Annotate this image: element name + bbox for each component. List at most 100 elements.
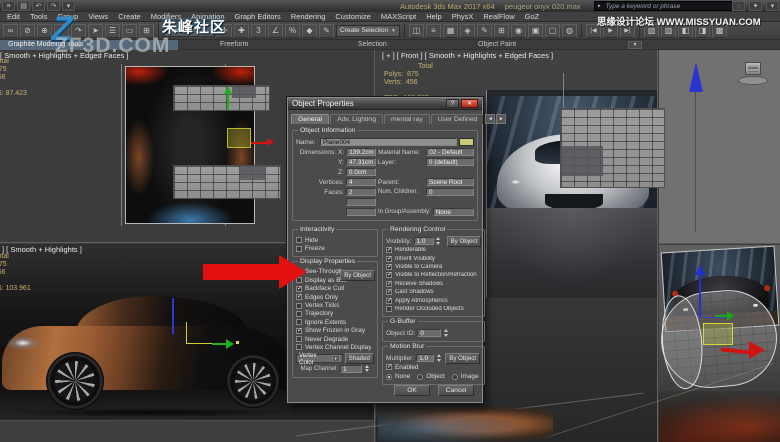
menu-item[interactable]: Tools [25, 12, 53, 21]
menu-item[interactable]: Customize [330, 12, 375, 21]
checkbox-row[interactable]: Never Degrade [296, 335, 374, 343]
ribbon-tab[interactable]: Freeform [212, 40, 256, 50]
gizmo-z-axis[interactable] [172, 298, 174, 334]
ribbon-tab[interactable]: Selection [350, 40, 395, 50]
radio-option[interactable]: Object [417, 373, 444, 381]
named-selection-icon[interactable]: ✎ [319, 24, 334, 38]
schematic-view-icon[interactable]: ⊞ [494, 24, 509, 38]
dialog-tab[interactable]: User Defined [431, 114, 485, 124]
dialog-tab[interactable]: General [291, 114, 329, 124]
gizmo-x-axis[interactable] [212, 343, 226, 345]
enabled-row[interactable]: Enabled [386, 363, 481, 371]
checkbox[interactable] [386, 264, 392, 270]
dialog-tab[interactable]: mental ray [384, 114, 430, 124]
snaps-toggle-icon[interactable]: 3 [251, 24, 266, 38]
checkbox-row[interactable]: Show Frozen in Gray [296, 327, 374, 335]
checkbox[interactable] [386, 272, 392, 278]
shaded-button[interactable]: Shaded [345, 353, 374, 364]
radio-button[interactable] [386, 374, 392, 380]
menu-item[interactable]: Edit [2, 12, 25, 21]
render-production-icon[interactable]: ◍ [562, 24, 577, 38]
object-id-field[interactable]: 0 [417, 329, 441, 337]
graphite-toggle-icon[interactable]: ◈ [460, 24, 475, 38]
help-menu-icon[interactable]: ▾ [766, 1, 779, 11]
checkbox[interactable] [296, 319, 302, 325]
enabled-checkbox[interactable] [386, 364, 392, 370]
menu-item[interactable]: Views [83, 12, 113, 21]
checkbox-row[interactable]: Edges Only [296, 293, 374, 301]
checkbox-row[interactable]: Visible to Reflection/Refraction [386, 271, 481, 279]
angle-snap-icon[interactable]: ∠ [268, 24, 283, 38]
radio-button[interactable] [417, 374, 423, 380]
gizmo-y-axis[interactable] [715, 315, 727, 317]
gizmo-y-axis[interactable] [227, 94, 229, 110]
menu-item[interactable]: Create [113, 12, 146, 21]
help-icon[interactable]: ? [446, 99, 459, 108]
checkbox-row[interactable]: Hide [296, 236, 374, 244]
menu-item[interactable]: Rendering [286, 12, 331, 21]
menu-item[interactable]: PhysX [447, 12, 479, 21]
menu-item[interactable]: GoZ [520, 12, 545, 21]
gizmo-x-arrow[interactable] [749, 341, 765, 359]
checkbox[interactable] [296, 246, 302, 252]
save-icon[interactable]: ▤ [17, 1, 30, 11]
checkbox-row[interactable]: Visible to Camera [386, 263, 481, 271]
curve-editor-icon[interactable]: ✎ [477, 24, 492, 38]
align-icon[interactable]: ≡ [426, 24, 441, 38]
vertex-channel-dropdown[interactable]: Vertex Color ▼ [296, 354, 343, 363]
checkbox[interactable] [386, 247, 392, 253]
undo-icon[interactable]: ↶ [32, 1, 45, 11]
radio-option[interactable]: Image [452, 373, 479, 381]
motion-blur-by-object-button[interactable]: By Object [445, 353, 480, 364]
visibility-spinner[interactable] [436, 237, 441, 245]
app-menu-icon[interactable]: ≡ [2, 1, 15, 11]
percent-snap-icon[interactable]: % [285, 24, 300, 38]
multiplier-field[interactable]: 1.0 [416, 354, 434, 362]
menu-item[interactable]: RealFlow [478, 12, 519, 21]
community-icon[interactable]: ✦ [749, 1, 762, 11]
gizmo-z-arrow[interactable] [695, 265, 705, 275]
ribbon-minimize-icon[interactable]: ▼ [628, 41, 642, 49]
target-object[interactable] [745, 62, 761, 75]
object-color-swatch[interactable] [459, 138, 474, 146]
ok-button[interactable]: OK [394, 385, 430, 396]
object-id-spinner[interactable] [443, 329, 448, 337]
gizmo-x-axis[interactable] [251, 142, 267, 144]
mirror-icon[interactable]: ◫ [409, 24, 424, 38]
spinner-snap-icon[interactable]: ◆ [302, 24, 317, 38]
checkbox[interactable] [386, 256, 392, 262]
gizmo-plane-handle[interactable] [703, 323, 733, 345]
gizmo-plane-handle[interactable] [227, 128, 251, 148]
checkbox-row[interactable]: Render Occluded Objects [386, 305, 481, 313]
checkbox[interactable] [386, 306, 392, 312]
checkbox[interactable] [296, 303, 302, 309]
cone-object[interactable] [689, 62, 703, 92]
close-icon[interactable]: ✕ [461, 99, 478, 108]
layer-manager-icon[interactable]: ▦ [443, 24, 458, 38]
unlink-icon[interactable]: ⊘ [20, 24, 35, 38]
radio-button[interactable] [452, 374, 458, 380]
checkbox[interactable] [296, 336, 302, 342]
tab-scroll-right-icon[interactable]: ► [496, 114, 506, 124]
checkbox-row[interactable]: Vertex Channel Display [296, 343, 374, 351]
named-selection-dropdown[interactable]: Create Selection Se ▼ [336, 25, 400, 37]
gizmo-y-arrow[interactable] [727, 311, 734, 321]
checkbox[interactable] [296, 328, 302, 334]
map-channel-spinner[interactable] [364, 365, 369, 373]
checkbox[interactable] [296, 311, 302, 317]
checkbox-row[interactable]: Trajectory [296, 310, 374, 318]
gizmo-x-arrow[interactable] [267, 138, 274, 146]
viewport-right-top[interactable] [659, 50, 780, 244]
checkbox[interactable] [296, 344, 302, 350]
cancel-button[interactable]: Cancel [438, 385, 474, 396]
dialog-tab[interactable]: Adv. Lighting [330, 114, 383, 124]
radio-option[interactable]: None [386, 373, 410, 381]
search-icon[interactable]: ◌ [732, 1, 745, 11]
checkbox[interactable] [386, 281, 392, 287]
checkbox[interactable] [386, 289, 392, 295]
gizmo-x-arrow[interactable] [226, 339, 234, 349]
render-setup-icon[interactable]: ▣ [528, 24, 543, 38]
dialog-title-bar[interactable]: Object Properties ? ✕ [288, 98, 482, 110]
checkbox-row[interactable]: Apply Atmospherics [386, 296, 481, 304]
multiplier-spinner[interactable] [436, 354, 441, 362]
